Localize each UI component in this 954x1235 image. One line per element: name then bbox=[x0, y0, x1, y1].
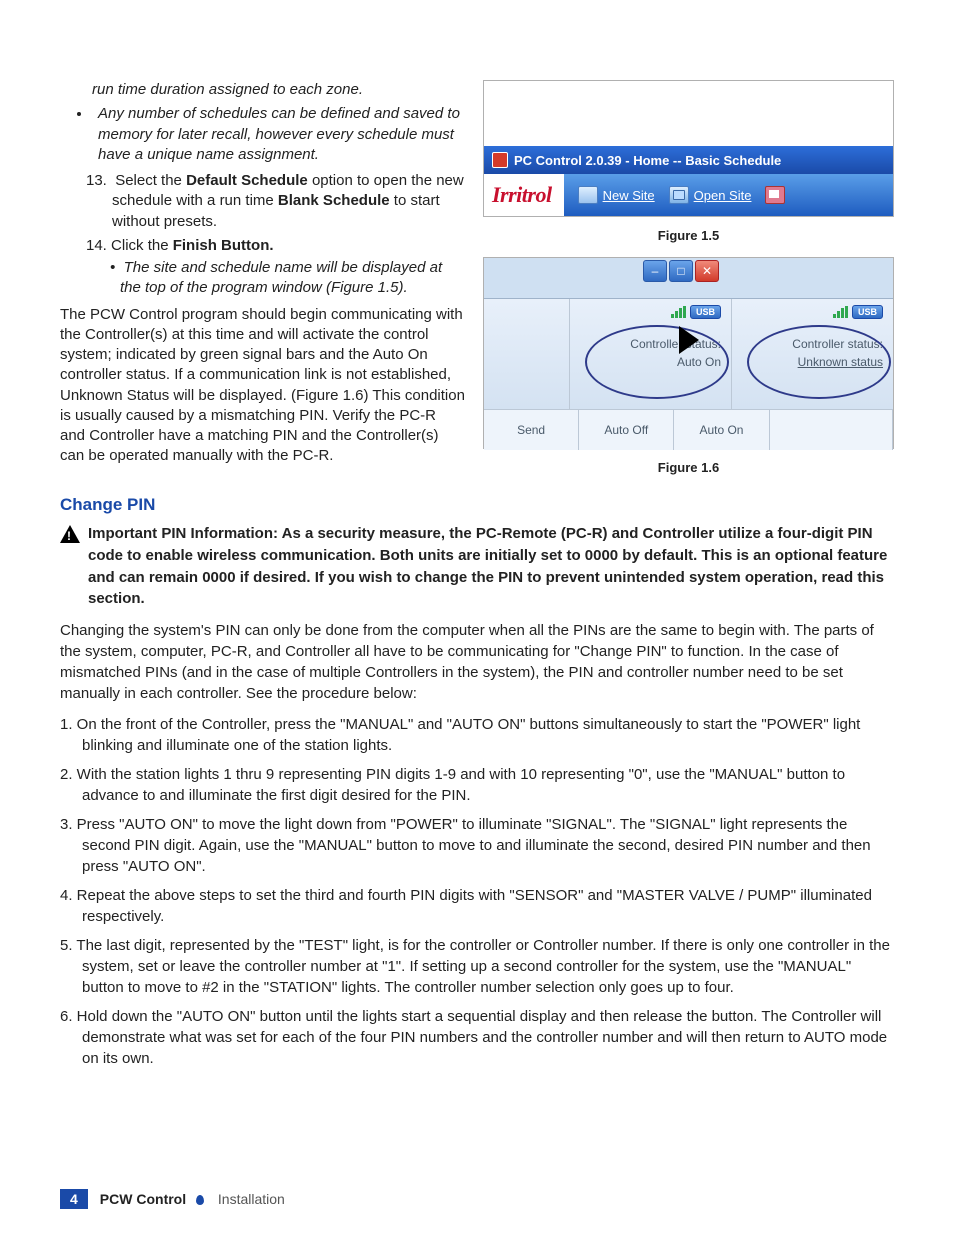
pin-step-5: 5. The last digit, represented by the "T… bbox=[60, 935, 894, 998]
send-button[interactable]: Send bbox=[484, 410, 579, 450]
schedule-notes-list: run time duration assigned to each zone.… bbox=[60, 80, 465, 165]
footer-title: PCW Control Installation bbox=[100, 1191, 285, 1207]
warning-icon bbox=[60, 525, 80, 543]
save-icon[interactable] bbox=[765, 186, 785, 204]
pin-step-4: 4. Repeat the above steps to set the thi… bbox=[60, 885, 894, 927]
left-text-column: run time duration assigned to each zone.… bbox=[60, 80, 465, 481]
status-row: USB Controller status: Auto On USB Contr… bbox=[484, 299, 893, 409]
maximize-button[interactable]: □ bbox=[669, 260, 693, 282]
important-pin-block: Important PIN Information: As a security… bbox=[60, 523, 894, 610]
bold-text: Blank Schedule bbox=[278, 192, 390, 209]
window-controls-row: – □ ✕ bbox=[484, 258, 893, 299]
status-cell-empty bbox=[484, 299, 570, 409]
button-label: Open Site bbox=[694, 188, 752, 203]
controller-button-row: Send Auto Off Auto On bbox=[484, 409, 893, 450]
important-pin-text: Important PIN Information: As a security… bbox=[88, 523, 894, 610]
bold-text: Default Schedule bbox=[186, 172, 308, 189]
manual-page: run time duration assigned to each zone.… bbox=[0, 0, 954, 1235]
text: Click the bbox=[111, 237, 173, 254]
figure-1-6: – □ ✕ USB Controller status: Auto On bbox=[483, 257, 894, 449]
app-toolbar: Irritrol New Site Open Site bbox=[484, 174, 893, 216]
status-cell-auto-on: USB Controller status: Auto On bbox=[570, 299, 732, 409]
signal-bars-icon bbox=[833, 306, 848, 318]
pin-steps-list: 1. On the front of the Controller, press… bbox=[60, 714, 894, 1069]
close-button[interactable]: ✕ bbox=[695, 260, 719, 282]
usb-badge: USB bbox=[690, 305, 721, 319]
signal-bars-icon bbox=[671, 306, 686, 318]
change-pin-intro: Changing the system's PIN can only be do… bbox=[60, 620, 894, 704]
figure-1-5-caption: Figure 1.5 bbox=[483, 228, 894, 243]
status-label: Controller status: bbox=[792, 337, 883, 351]
open-site-button[interactable]: Open Site bbox=[669, 186, 752, 204]
status-value: Unknown status bbox=[798, 355, 883, 369]
app-title: PC Control 2.0.39 - Home -- Basic Schedu… bbox=[514, 153, 781, 168]
figures-column: PC Control 2.0.39 - Home -- Basic Schedu… bbox=[483, 80, 894, 481]
app-icon bbox=[492, 152, 508, 168]
page-number-badge: 4 bbox=[60, 1189, 88, 1209]
important-label: Important PIN Information: bbox=[88, 525, 278, 542]
minimize-button[interactable]: – bbox=[643, 260, 667, 282]
drop-icon bbox=[196, 1195, 204, 1205]
usb-indicator: USB bbox=[833, 305, 883, 319]
new-site-icon bbox=[578, 186, 598, 204]
auto-on-button[interactable]: Auto On bbox=[674, 410, 769, 450]
bold-text: Finish Button. bbox=[173, 237, 274, 254]
status-cell-unknown: USB Controller status: Unknown status bbox=[732, 299, 893, 409]
status-label: Controller status: bbox=[630, 337, 721, 351]
footer-section-name: Installation bbox=[218, 1191, 285, 1207]
pin-step-6: 6. Hold down the "AUTO ON" button until … bbox=[60, 1006, 894, 1069]
pin-step-1: 1. On the front of the Controller, press… bbox=[60, 714, 894, 756]
open-site-icon bbox=[669, 186, 689, 204]
app-titlebar: PC Control 2.0.39 - Home -- Basic Schedu… bbox=[484, 146, 893, 174]
new-site-button[interactable]: New Site bbox=[578, 186, 655, 204]
brand-logo: Irritrol bbox=[484, 174, 564, 216]
arrow-right-icon bbox=[679, 326, 699, 354]
figure-1-6-caption: Figure 1.6 bbox=[483, 460, 894, 475]
change-pin-heading: Change PIN bbox=[60, 495, 894, 515]
button-label: New Site bbox=[603, 188, 655, 203]
text: Select the bbox=[115, 172, 186, 189]
list-item: Any number of schedules can be defined a… bbox=[92, 104, 465, 165]
figure-1-5: PC Control 2.0.39 - Home -- Basic Schedu… bbox=[483, 80, 894, 217]
status-value: Auto On bbox=[677, 355, 721, 369]
step-13: 13. Select the Default Schedule option t… bbox=[60, 171, 465, 232]
pin-step-3: 3. Press "AUTO ON" to move the light dow… bbox=[60, 814, 894, 877]
italic-text: The site and schedule name will be displ… bbox=[120, 259, 442, 296]
step-14-sub-bullet: • The site and schedule name will be dis… bbox=[60, 258, 465, 299]
footer-product-name: PCW Control bbox=[100, 1191, 186, 1207]
list-item: run time duration assigned to each zone. bbox=[92, 80, 465, 100]
usb-badge: USB bbox=[852, 305, 883, 319]
auto-off-button[interactable]: Auto Off bbox=[579, 410, 674, 450]
step-14: 14. Click the Finish Button. bbox=[60, 236, 465, 256]
pin-step-2: 2. With the station lights 1 thru 9 repr… bbox=[60, 764, 894, 806]
communication-paragraph: The PCW Control program should begin com… bbox=[60, 305, 465, 467]
usb-indicator: USB bbox=[671, 305, 721, 319]
empty-cell bbox=[770, 410, 893, 450]
two-column-layout: run time duration assigned to each zone.… bbox=[60, 80, 894, 481]
page-footer: 4 PCW Control Installation bbox=[60, 1189, 285, 1209]
